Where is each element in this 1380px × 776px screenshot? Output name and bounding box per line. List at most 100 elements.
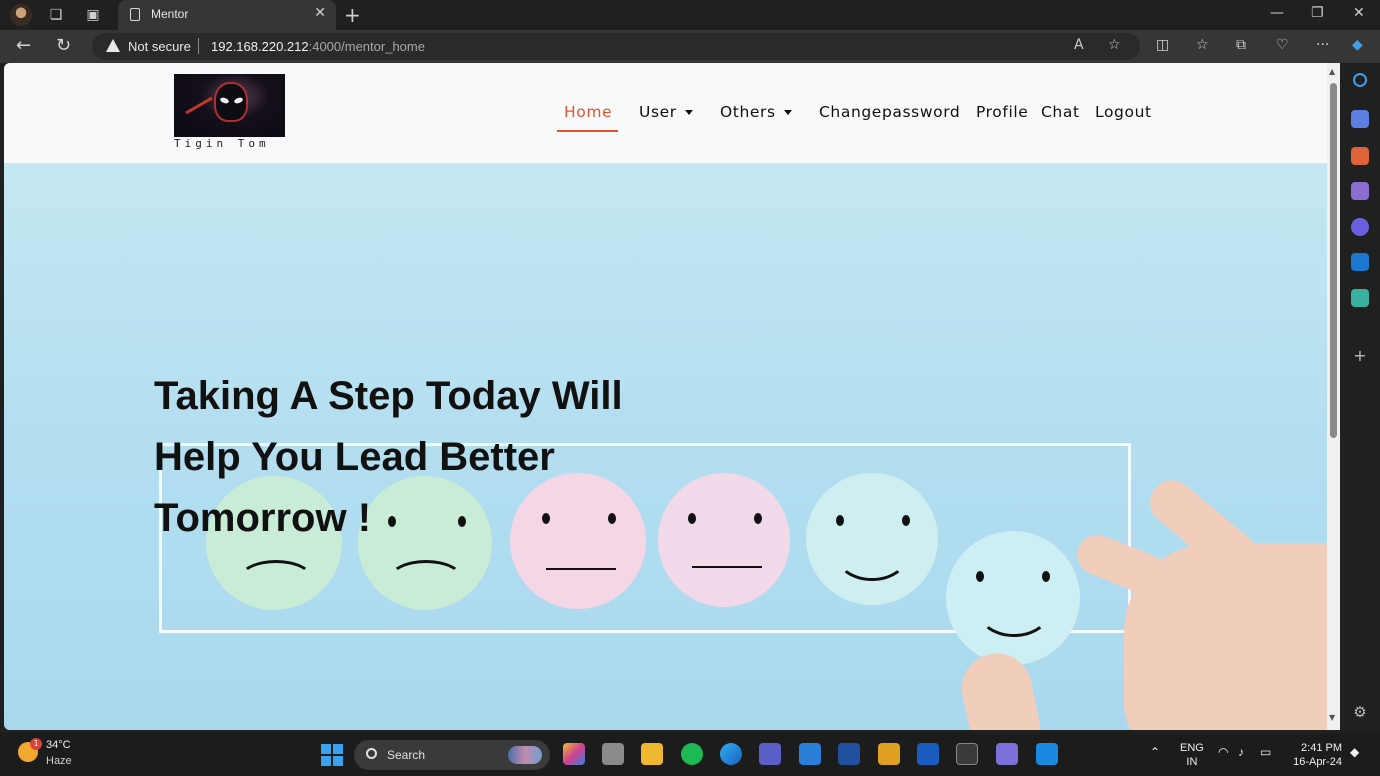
scroll-up-icon[interactable]: ▲ [1329, 67, 1335, 76]
teams-icon[interactable] [759, 743, 781, 765]
scroll-down-icon[interactable]: ▼ [1329, 713, 1335, 722]
drop-icon[interactable] [1351, 289, 1369, 307]
collections-icon[interactable]: ⧉ [1236, 37, 1246, 53]
tab-mentor[interactable]: Mentor ✕ [118, 0, 336, 30]
tools-icon[interactable] [1351, 147, 1369, 165]
tab-actions-icon[interactable]: ▣ [84, 6, 102, 24]
clock[interactable]: 2:41 PM 16-Apr-24 [1290, 741, 1342, 769]
caret-down-icon [783, 110, 792, 115]
frown [388, 560, 464, 600]
mask-eye-left [219, 96, 230, 105]
nav-home[interactable]: Home [564, 103, 612, 121]
start-windows-icon[interactable] [321, 744, 343, 766]
page-scrollbar[interactable]: ▲ ▼ [1327, 63, 1340, 730]
warning-icon [106, 39, 120, 52]
outlook-icon[interactable] [1351, 253, 1369, 271]
nav-profile[interactable]: Profile [976, 103, 1028, 121]
battery-icon[interactable]: ▭ [1260, 745, 1271, 759]
hero-headline: Taking A Step Today Will Help You Lead B… [154, 366, 714, 549]
terminal-icon[interactable] [956, 743, 978, 765]
nav-user-label: User [639, 103, 677, 121]
l-app-icon[interactable] [838, 743, 860, 765]
profile-avatar[interactable] [10, 4, 32, 26]
nav-changepassword[interactable]: Changepassword [819, 103, 960, 121]
edge-sidebar: + ⚙ [1340, 63, 1380, 733]
search-highlight-image [508, 746, 542, 764]
nav-chat[interactable]: Chat [1041, 103, 1080, 121]
split-screen-icon[interactable]: ◫ [1156, 37, 1169, 53]
minimize-icon[interactable]: — [1270, 5, 1284, 21]
nav-home-underline [557, 130, 618, 132]
refresh-icon[interactable]: ↻ [56, 35, 71, 56]
favorite-star-icon[interactable]: ☆ [1108, 37, 1121, 53]
search-label: Search [387, 748, 426, 762]
notifications-icon[interactable]: ◆ [1350, 745, 1359, 759]
weather-condition[interactable]: Haze [46, 755, 72, 767]
nav-others-dropdown[interactable]: Others [720, 103, 792, 121]
task-view-icon[interactable] [602, 743, 624, 765]
read-aloud-icon[interactable]: A [1074, 37, 1084, 53]
medal-app-icon[interactable] [878, 743, 900, 765]
happy-face-image [806, 473, 938, 605]
copilot-icon[interactable]: ◆ [1352, 37, 1363, 53]
search-icon [366, 748, 377, 759]
copilot-app-icon[interactable] [563, 743, 585, 765]
games-icon[interactable] [1351, 182, 1369, 200]
hero-line-3: Tomorrow ! [154, 496, 372, 540]
nav-user-dropdown[interactable]: User [639, 103, 693, 121]
url-host: 192.168.220.212 [211, 39, 309, 54]
taskbar-search[interactable]: Search [354, 740, 550, 770]
eye [754, 513, 762, 524]
hero-line-1: Taking A Step Today Will [154, 374, 623, 418]
language-indicator[interactable]: ENG IN [1180, 741, 1204, 769]
page-viewport: Tigin Tom Home User Others Changepasswor… [4, 63, 1327, 730]
browser-toolbar: ← ↻ Not secure 192.168.220.212:4000/ment… [0, 30, 1380, 63]
volume-icon[interactable]: ♪ [1238, 745, 1244, 759]
browser-tab-bar: ❏ ▣ Mentor ✕ + — ❐ ✕ [0, 0, 1380, 30]
nav-logout[interactable]: Logout [1095, 103, 1152, 121]
brand-logo[interactable] [174, 74, 285, 137]
flat-mouth [692, 566, 762, 568]
security-label[interactable]: Not secure [128, 39, 191, 54]
tab-title: Mentor [151, 7, 189, 21]
url-path: :4000/mentor_home [308, 39, 425, 54]
favorites-icon[interactable]: ☆ [1196, 37, 1209, 53]
vscode-icon[interactable] [1036, 743, 1058, 765]
address-bar[interactable]: Not secure 192.168.220.212:4000/mentor_h… [92, 33, 1140, 60]
caret-down-icon [684, 110, 693, 115]
m365-icon[interactable] [1351, 218, 1369, 236]
new-tab-icon[interactable]: + [344, 3, 361, 27]
frown [238, 560, 314, 600]
close-window-icon[interactable]: ✕ [1353, 5, 1365, 21]
site-navbar: Tigin Tom Home User Others Changepasswor… [4, 63, 1327, 163]
spotify-icon[interactable] [681, 743, 703, 765]
file-explorer-icon[interactable] [641, 743, 663, 765]
happy-face-image [946, 531, 1080, 665]
search-icon[interactable] [1353, 73, 1367, 87]
health-icon[interactable]: ♡ [1276, 37, 1289, 53]
hero-banner: Taking A Step Today Will Help You Lead B… [4, 163, 1327, 730]
smile [836, 531, 908, 581]
more-menu-icon[interactable]: ··· [1316, 37, 1329, 53]
add-sidebar-icon[interactable]: + [1351, 347, 1369, 365]
settings-gear-icon[interactable]: ⚙ [1351, 703, 1369, 721]
edge-icon[interactable] [720, 743, 742, 765]
weather-temperature[interactable]: 34°C [46, 739, 71, 751]
dolphin-app-icon[interactable] [996, 743, 1018, 765]
language-region: IN [1186, 756, 1198, 768]
url-text[interactable]: 192.168.220.212:4000/mentor_home [211, 39, 425, 54]
flat-mouth [546, 568, 616, 570]
page-icon [130, 8, 140, 21]
scrollbar-thumb[interactable] [1330, 83, 1337, 438]
show-hidden-icons[interactable]: ⌃ [1150, 745, 1160, 759]
clock-date: 16-Apr-24 [1293, 756, 1342, 768]
wifi-icon[interactable]: ◠ [1218, 745, 1228, 759]
close-tab-icon[interactable]: ✕ [314, 5, 326, 21]
back-icon[interactable]: ← [16, 35, 31, 56]
windows-taskbar: 1 34°C Haze Search ⌃ ENG IN ◠ ♪ ▭ 2:41 P… [0, 733, 1380, 776]
workspaces-icon[interactable]: ❏ [47, 6, 65, 24]
word-icon[interactable] [917, 743, 939, 765]
store-icon[interactable] [799, 743, 821, 765]
restore-icon[interactable]: ❐ [1311, 5, 1324, 21]
shopping-icon[interactable] [1351, 110, 1369, 128]
